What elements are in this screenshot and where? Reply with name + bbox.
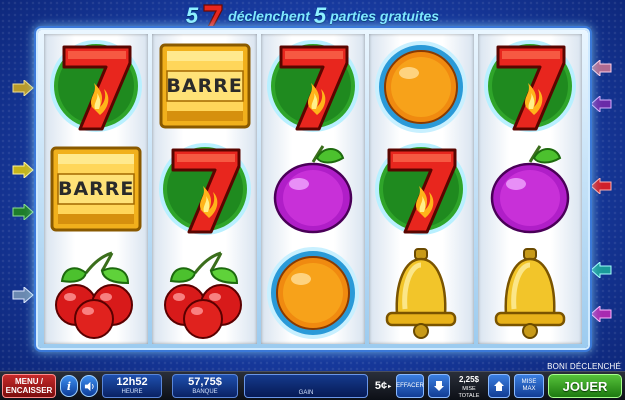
payline-arrow-right-1	[590, 58, 612, 78]
win-display: GAIN	[244, 374, 368, 398]
denomination-value: 5¢	[374, 380, 388, 392]
reel-area: BARRE BARRE	[44, 34, 583, 344]
seven-icon	[267, 39, 360, 132]
reel-symbol-bar: BARRE	[155, 37, 255, 135]
max-bet-line1: MISE	[521, 379, 537, 385]
arrow-down-icon	[434, 381, 444, 391]
reel-2: BARRE	[152, 34, 257, 344]
bank-label: BANQUE	[192, 389, 218, 395]
speaker-icon	[84, 381, 94, 391]
payline-arrow-left-4	[12, 285, 34, 305]
total-bet-display: 2,25$ MISE TOTALE	[452, 374, 486, 399]
seven-icon	[375, 142, 468, 235]
bet-up-button[interactable]	[488, 374, 510, 398]
info-icon: i	[66, 379, 72, 393]
time-value: 12h52	[116, 376, 148, 388]
win-label: GAIN	[298, 390, 314, 396]
reel-symbol-cherry	[46, 243, 146, 341]
title-banner: 5 déclenchent 5 parties gratuites	[0, 2, 625, 30]
play-button[interactable]: JOUER	[548, 374, 622, 398]
orange-icon	[267, 247, 360, 340]
reel-symbol-bar: BARRE	[46, 140, 146, 238]
payline-arrow-left-2	[12, 160, 34, 180]
clear-label: EFFACER	[396, 382, 424, 389]
title-end-text: parties gratuites	[330, 8, 440, 24]
reel-symbol-plum	[263, 140, 363, 238]
cherry-icon	[55, 251, 134, 340]
play-label: JOUER	[562, 378, 608, 394]
max-bet-button[interactable]: MISE MAX	[514, 374, 544, 398]
menu-cashout-button[interactable]: MENU / ENCAISSER	[2, 374, 56, 398]
max-bet-line2: MAX	[522, 386, 536, 392]
time-display: 12h52 HEURE	[102, 374, 162, 398]
payline-arrow-right-5	[590, 304, 612, 324]
bank-display: 57,75$ BANQUE	[172, 374, 238, 398]
orange-icon	[375, 40, 468, 133]
payline-arrow-left-1	[12, 78, 34, 98]
reel-1: BARRE	[44, 34, 149, 344]
arrow-up-icon	[494, 381, 504, 391]
seven-icon	[483, 39, 576, 132]
seven-icon	[158, 142, 251, 235]
bar-symbol-label: BARRE	[166, 74, 243, 97]
reel-symbol-orange	[371, 37, 471, 135]
reel-5	[477, 34, 583, 344]
seven-icon	[202, 3, 224, 29]
plum-icon	[273, 145, 353, 234]
menu-label-line1: MENU /	[15, 377, 43, 386]
reel-symbol-cherry	[155, 243, 255, 341]
reel-symbol-bell	[371, 243, 471, 341]
reel-symbol-plum	[480, 140, 580, 238]
payline-arrow-right-4	[590, 260, 612, 280]
reel-symbol-seven	[371, 140, 471, 238]
bonus-triggered-label: BONI DÉCLENCHÉ	[547, 362, 621, 371]
payline-arrow-left-3	[12, 202, 34, 222]
reel-symbol-seven	[46, 37, 146, 135]
chevron-right-icon: ▸	[388, 383, 392, 390]
plum-icon	[490, 145, 570, 234]
info-button[interactable]: i	[60, 375, 78, 397]
time-label: HEURE	[121, 389, 143, 395]
reel-3	[260, 34, 366, 344]
payline-arrow-right-2	[590, 94, 612, 114]
reel-4	[369, 34, 474, 344]
bet-down-button[interactable]	[428, 374, 450, 398]
reel-symbol-bell	[480, 243, 580, 341]
bank-value: 57,75$	[188, 376, 222, 388]
sound-button[interactable]	[80, 375, 98, 397]
denomination-selector[interactable]: 5¢ ▸	[372, 376, 394, 396]
total-bet-value: 2,25$	[458, 375, 480, 384]
cherry-icon	[163, 251, 242, 340]
title-count-right: 5	[313, 3, 327, 28]
bar-symbol-label: BARRE	[57, 177, 135, 200]
reel-symbol-seven	[155, 140, 255, 238]
bell-icon	[494, 248, 566, 340]
total-bet-label: MISE TOTALE	[458, 386, 480, 399]
title-count-left: 5	[185, 3, 199, 28]
payline-arrow-right-3	[590, 176, 612, 196]
reel-symbol-orange	[263, 243, 363, 341]
title-mid-text: déclenchent	[228, 8, 310, 24]
seven-icon	[50, 39, 143, 132]
menu-label-line2: ENCAISSER	[5, 386, 53, 395]
reel-symbol-seven	[263, 37, 363, 135]
clear-button[interactable]: EFFACER	[396, 374, 424, 398]
reel-symbol-seven	[480, 37, 580, 135]
bell-icon	[386, 248, 457, 340]
